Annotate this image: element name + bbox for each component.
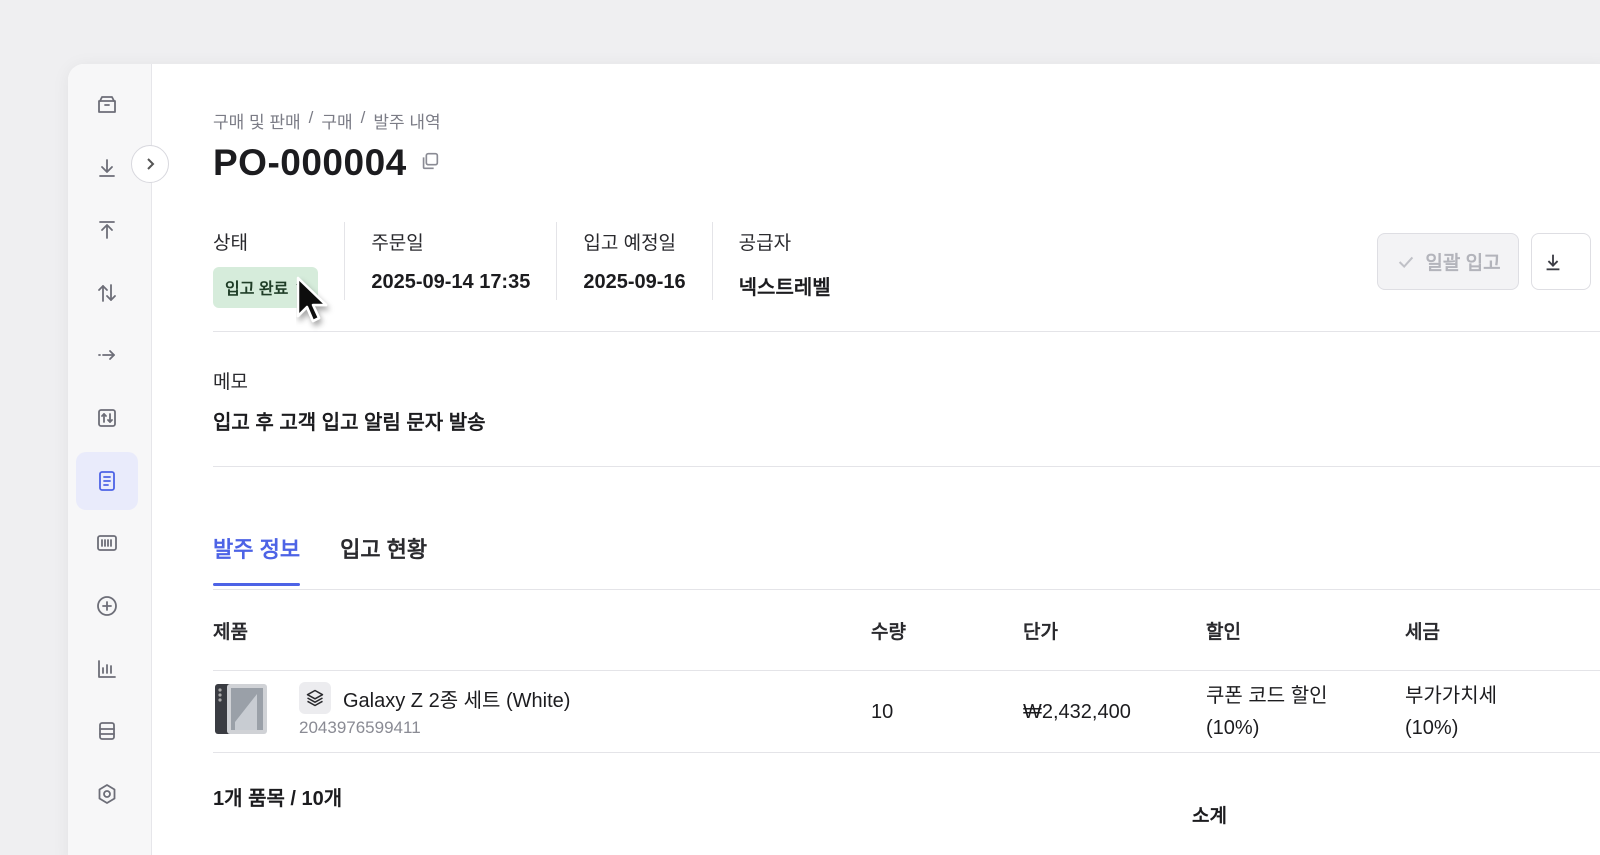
status-value: 입고 완료 xyxy=(225,281,289,298)
box-icon xyxy=(98,96,116,113)
subtotal-label: 소계 xyxy=(1192,806,1227,827)
breadcrumb-item-sales[interactable]: 구매 및 판매 xyxy=(213,108,301,133)
main-content: 구매 및 판매 / 구매 / 발주 내역 PO-000004 상태 입고 완료 … xyxy=(213,64,1600,855)
status-label: 상태 xyxy=(213,233,248,254)
sidebar-item-transfer[interactable] xyxy=(76,264,138,322)
chevron-right-icon xyxy=(147,158,155,170)
check-icon xyxy=(1399,256,1414,268)
transfer-icon xyxy=(98,284,116,302)
download-button[interactable] xyxy=(1531,233,1591,290)
app-window: 구매 및 판매 / 구매 / 발주 내역 PO-000004 상태 입고 완료 … xyxy=(68,64,1600,855)
breadcrumb-separator: / xyxy=(308,108,314,127)
tab-order-info[interactable]: 발주 정보 xyxy=(213,532,301,586)
column-header-discount[interactable]: 할인 xyxy=(1206,617,1241,644)
database-icon xyxy=(99,722,115,740)
sidebar-item-outbound[interactable] xyxy=(76,201,138,259)
sidebar-item-settings[interactable] xyxy=(76,765,138,823)
sidebar-item-database[interactable] xyxy=(76,702,138,760)
sidebar-item-movement[interactable] xyxy=(76,326,138,384)
breadcrumb-item-purchase[interactable]: 구매 xyxy=(321,108,352,133)
plus-circle-icon xyxy=(97,596,117,616)
sidebar-item-products[interactable] xyxy=(76,76,138,134)
bundle-badge xyxy=(299,682,331,714)
expected-date-field: 입고 예정일 2025-09-16 xyxy=(583,222,713,300)
sidebar-item-reports[interactable] xyxy=(76,640,138,698)
row-discount-rate: (10%) xyxy=(1206,717,1260,739)
column-header-tax[interactable]: 세금 xyxy=(1405,617,1440,644)
breadcrumb: 구매 및 판매 / 구매 / 발주 내역 xyxy=(213,108,441,133)
sidebar xyxy=(68,64,152,855)
sidebar-item-adjustment[interactable] xyxy=(76,389,138,447)
header-divider xyxy=(213,670,1600,671)
expected-date-label: 입고 예정일 xyxy=(583,233,677,254)
barcode-icon xyxy=(97,535,117,551)
supplier-field: 공급자 넥스트레벨 xyxy=(739,222,857,300)
bar-chart-icon xyxy=(98,660,116,678)
divider xyxy=(213,331,1600,332)
supplier-label: 공급자 xyxy=(738,233,792,254)
row-qty: 10 xyxy=(871,701,894,723)
breadcrumb-separator: / xyxy=(360,108,366,127)
row-discount-name: 쿠폰 코드 할인 xyxy=(1206,685,1328,707)
tab-divider xyxy=(213,589,1600,590)
tab-receiving-status[interactable]: 입고 현황 xyxy=(340,532,427,586)
row-tax-rate: (10%) xyxy=(1405,717,1459,739)
items-summary: 1개 품목 / 10개 xyxy=(213,788,343,810)
download-icon xyxy=(99,159,115,177)
row-tax-name: 부가가치세 xyxy=(1405,685,1497,707)
column-header-qty[interactable]: 수량 xyxy=(871,617,906,644)
upload-icon xyxy=(99,221,115,239)
order-date-label: 주문일 xyxy=(371,233,424,254)
arrow-right-dotted-icon xyxy=(98,350,115,360)
copy-button[interactable] xyxy=(419,150,441,177)
settings-icon xyxy=(98,784,116,804)
tab-bar: 발주 정보 입고 현황 xyxy=(213,532,427,586)
breadcrumb-item-po-list[interactable]: 발주 내역 xyxy=(373,108,440,133)
bulk-receive-label: 일괄 입고 xyxy=(1425,253,1501,274)
divider xyxy=(213,466,1600,467)
bulk-receive-button[interactable]: 일괄 입고 xyxy=(1377,233,1519,290)
mouse-cursor-icon xyxy=(296,276,328,323)
title-row: PO-000004 xyxy=(213,142,441,184)
sidebar-item-orders[interactable] xyxy=(76,452,138,510)
expected-date-value: 2025-09-16 xyxy=(583,271,686,293)
sidebar-item-inbound[interactable] xyxy=(76,139,138,197)
layers-icon xyxy=(306,689,324,707)
row-unit-price: ₩2,432,400 xyxy=(1023,701,1131,723)
table-row[interactable]: Galaxy Z 2종 세트 (White) 2043976599411 10 … xyxy=(213,672,1600,752)
sidebar-item-barcode[interactable] xyxy=(76,514,138,572)
copy-icon xyxy=(422,152,438,169)
memo-text: 입고 후 고객 입고 알림 문자 발송 xyxy=(213,412,486,434)
download-icon xyxy=(1546,254,1560,270)
product-sku: 2043976599411 xyxy=(299,718,421,737)
expand-sidebar-button[interactable] xyxy=(131,145,169,183)
order-date-field: 주문일 2025-09-14 17:35 xyxy=(371,222,558,300)
order-date-value: 2025-09-14 17:35 xyxy=(371,271,531,293)
chart-box-icon xyxy=(98,409,116,427)
product-thumbnail xyxy=(215,684,267,734)
column-header-product[interactable]: 제품 xyxy=(213,617,248,644)
column-header-unit-price[interactable]: 단가 xyxy=(1023,617,1058,644)
page-title: PO-000004 xyxy=(213,142,407,183)
row-divider xyxy=(213,752,1600,753)
memo-label: 메모 xyxy=(213,372,248,393)
document-icon xyxy=(99,471,115,491)
product-name[interactable]: Galaxy Z 2종 세트 (White) xyxy=(343,684,570,713)
sidebar-item-add[interactable] xyxy=(76,577,138,635)
supplier-value[interactable]: 넥스트레벨 xyxy=(739,271,831,300)
